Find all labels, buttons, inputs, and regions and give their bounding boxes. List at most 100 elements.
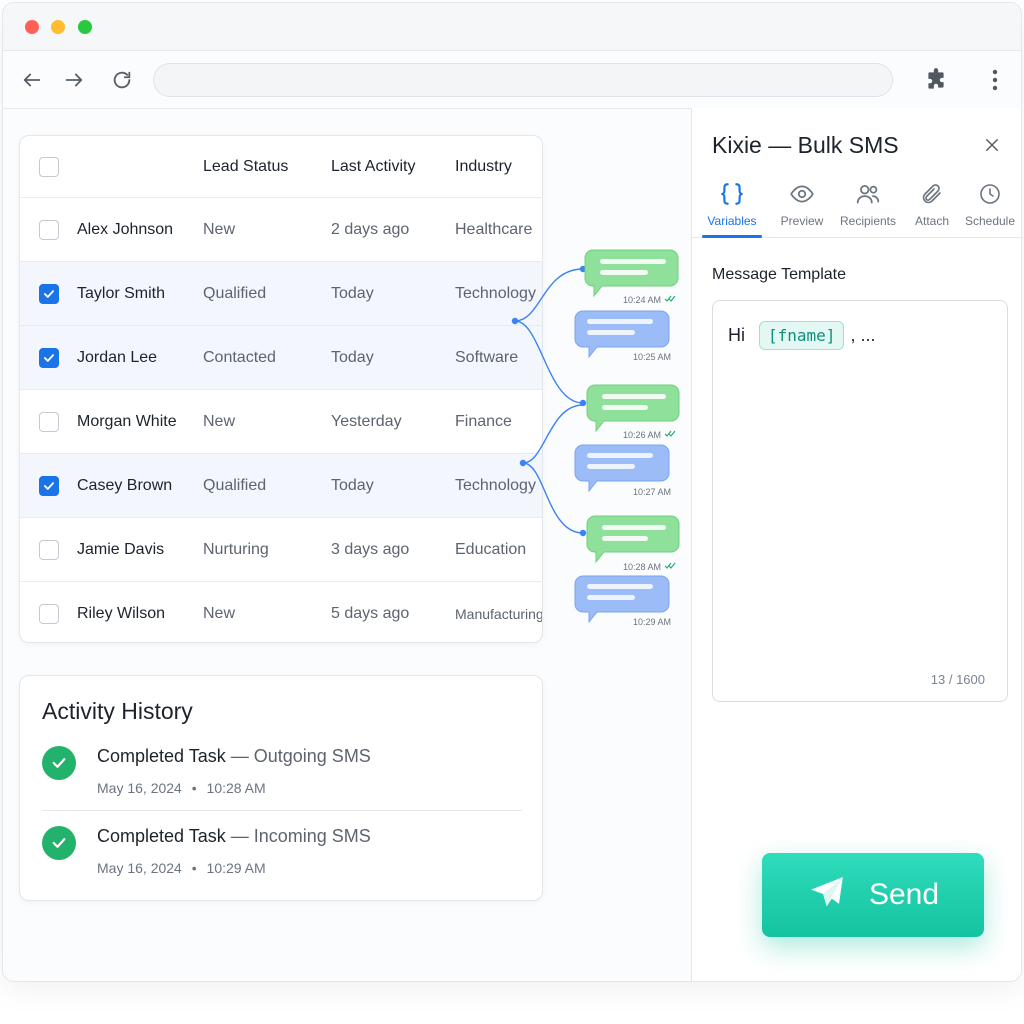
table-row[interactable]: Casey Brown Qualified Today Technology <box>20 454 542 518</box>
title-bar <box>3 3 1021 51</box>
minimize-window-button[interactable] <box>51 20 65 34</box>
outgoing-message-bubble: 10:24 AM <box>584 249 679 305</box>
message-time: 10:26 AM <box>623 430 661 440</box>
clock-icon <box>978 178 1002 210</box>
close-icon[interactable] <box>981 134 1003 156</box>
connector-line <box>514 268 584 322</box>
leads-table: Lead Status Last Activity Industry Alex … <box>19 135 543 643</box>
tab-variables[interactable]: Variables <box>702 174 762 238</box>
lead-name: Taylor Smith <box>77 284 166 302</box>
table-row[interactable]: Jamie Davis Nurturing 3 days ago Educati… <box>20 518 542 582</box>
message-time: 10:28 AM <box>623 562 661 572</box>
table-row[interactable]: Morgan White New Yesterday Finance <box>20 390 542 454</box>
row-checkbox[interactable] <box>39 604 59 624</box>
connector-node <box>579 529 587 537</box>
table-row[interactable]: Riley Wilson New 5 days ago Manufacturin… <box>20 582 542 642</box>
table-header-row: Lead Status Last Activity Industry <box>20 136 542 198</box>
activity-item-title: Completed Task <box>97 746 226 766</box>
table-row[interactable]: Taylor Smith Qualified Today Technology <box>20 262 542 326</box>
forward-arrow-icon[interactable] <box>59 65 89 95</box>
reload-icon[interactable] <box>107 65 137 95</box>
lead-name: Alex Johnson <box>77 220 174 238</box>
tab-preview[interactable]: Preview <box>772 174 832 238</box>
lead-status: Nurturing <box>203 540 269 558</box>
column-header-last-activity[interactable]: Last Activity <box>331 136 415 197</box>
row-checkbox[interactable] <box>39 283 59 304</box>
browser-toolbar <box>3 51 1021 109</box>
tab-label: Preview <box>780 214 824 228</box>
meta-separator: • <box>191 860 197 876</box>
lead-status: Qualified <box>203 476 267 494</box>
lead-status: Contacted <box>203 348 276 366</box>
message-time: 10:24 AM <box>623 295 661 305</box>
row-checkbox[interactable] <box>39 539 59 560</box>
connector-line <box>522 462 584 534</box>
tab-label: Recipients <box>839 214 897 228</box>
read-receipt-icon <box>664 562 676 569</box>
braces-icon <box>719 178 745 210</box>
tab-recipients[interactable]: Recipients <box>837 174 899 238</box>
message-template-input[interactable]: Hi [fname] , ... 13 / 1600 <box>712 300 1008 702</box>
lead-status: Qualified <box>203 284 267 302</box>
lead-status: New <box>203 220 236 238</box>
last-activity: Today <box>331 348 374 366</box>
send-button[interactable]: Send <box>762 853 984 937</box>
incoming-message-bubble: 10:27 AM <box>574 444 671 497</box>
outgoing-message-bubble: 10:28 AM <box>586 515 680 572</box>
tab-schedule[interactable]: Schedule <box>964 174 1016 238</box>
active-tab-indicator <box>702 235 762 238</box>
message-time: 10:25 AM <box>633 352 671 362</box>
back-arrow-icon[interactable] <box>17 65 47 95</box>
row-checkbox[interactable] <box>39 219 59 240</box>
users-icon <box>855 178 881 210</box>
extensions-puzzle-icon[interactable] <box>921 65 951 95</box>
activity-history-card: Activity History Completed Task — Outgoi… <box>19 675 543 901</box>
close-window-button[interactable] <box>25 20 39 34</box>
incoming-message-bubble: 10:25 AM <box>574 310 671 362</box>
connector-node <box>519 459 527 467</box>
meta-separator: • <box>191 780 197 796</box>
read-receipt-icon <box>664 295 676 302</box>
tab-label: Schedule <box>964 214 1016 228</box>
lead-name: Riley Wilson <box>77 605 166 622</box>
column-header-industry[interactable]: Industry <box>455 136 512 197</box>
activity-item-time: 10:29 AM <box>206 860 266 876</box>
activity-item[interactable]: Completed Task — Incoming SMS May 16, 20… <box>42 826 522 896</box>
browser-window: Lead Status Last Activity Industry Alex … <box>2 2 1022 982</box>
last-activity: 3 days ago <box>331 540 410 558</box>
address-bar[interactable] <box>153 63 893 97</box>
incoming-message-bubble: 10:29 AM <box>574 575 671 627</box>
tab-attach[interactable]: Attach <box>907 174 957 238</box>
variable-chip-fname[interactable]: [fname] <box>759 321 845 350</box>
row-checkbox[interactable] <box>39 347 59 368</box>
activity-item[interactable]: Completed Task — Outgoing SMS May 16, 20… <box>42 746 522 816</box>
last-activity: 5 days ago <box>331 605 410 622</box>
check-circle-icon <box>42 746 76 780</box>
activity-item-subtitle: — Outgoing SMS <box>230 746 371 766</box>
table-row[interactable]: Jordan Lee Contacted Today Software <box>20 326 542 390</box>
lead-status: New <box>203 605 236 622</box>
divider <box>42 810 522 811</box>
lead-name: Casey Brown <box>77 476 173 494</box>
eye-icon <box>789 178 815 210</box>
more-vertical-icon[interactable] <box>980 65 1010 95</box>
outgoing-message-bubble: 10:26 AM <box>586 384 680 440</box>
last-activity: Today <box>331 476 374 494</box>
column-header-lead-status[interactable]: Lead Status <box>203 136 288 197</box>
connector-node <box>511 317 519 325</box>
paperclip-icon <box>920 178 944 210</box>
row-checkbox[interactable] <box>39 475 59 496</box>
maximize-window-button[interactable] <box>78 20 92 34</box>
activity-item-date: May 16, 2024 <box>97 780 182 796</box>
template-text: Hi <box>728 325 745 345</box>
connector-line <box>514 320 584 404</box>
lead-status: New <box>203 412 236 430</box>
activity-item-title: Completed Task <box>97 826 226 846</box>
table-row[interactable]: Alex Johnson New 2 days ago Healthcare <box>20 198 542 262</box>
lead-name: Morgan White <box>77 412 177 430</box>
select-all-checkbox[interactable] <box>39 156 59 177</box>
panel-tabs: Variables Preview Recipients Attach Sche… <box>692 174 1021 238</box>
row-checkbox[interactable] <box>39 411 59 432</box>
message-time: 10:27 AM <box>633 487 671 497</box>
connector-line <box>522 404 584 464</box>
